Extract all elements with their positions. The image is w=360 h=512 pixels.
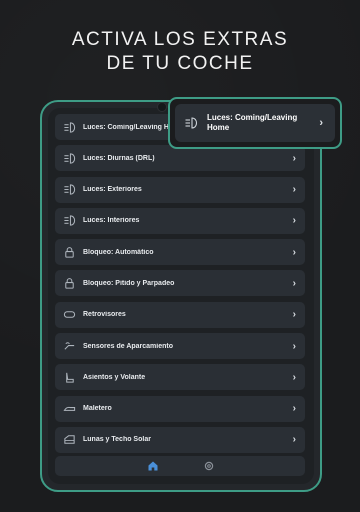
- chevron-right-icon: ›: [292, 277, 296, 289]
- chevron-right-icon: ›: [292, 215, 296, 227]
- headlight-icon: [61, 213, 77, 229]
- list-item[interactable]: Retrovisores ›: [55, 301, 305, 328]
- gear-icon[interactable]: [203, 460, 215, 472]
- mirror-icon: [61, 307, 77, 323]
- chevron-right-icon: ›: [292, 340, 296, 352]
- list-item-label: Bloqueo: Automático: [83, 248, 154, 256]
- headline-line-2: DE TU COCHE: [106, 53, 254, 74]
- list-item[interactable]: Lunas y Techo Solar ›: [55, 426, 305, 453]
- list-item-label: Luces: Interiores: [83, 217, 140, 225]
- headline-line-1: ACTIVA LOS EXTRAS: [71, 29, 289, 50]
- headlight-icon: [182, 114, 200, 132]
- headlight-icon: [61, 119, 77, 135]
- list-item[interactable]: Asientos y Volante ›: [55, 364, 305, 391]
- chevron-right-icon: ›: [292, 246, 296, 258]
- list-item[interactable]: Luces: Diurnas (DRL) ›: [55, 145, 305, 172]
- settings-list: Luces: Coming/Leaving Home›Luces: Diurna…: [55, 114, 305, 458]
- lock-icon: [61, 275, 77, 291]
- list-item-label: Maletero: [83, 405, 112, 413]
- chevron-right-icon: ›: [292, 152, 296, 164]
- popout-item-coming-leaving-home[interactable]: Luces: Coming/Leaving Home ›: [175, 104, 335, 142]
- chevron-right-icon: ›: [292, 434, 296, 446]
- chevron-right-icon: ›: [319, 117, 323, 129]
- parking-sensor-icon: [61, 338, 77, 354]
- chevron-right-icon: ›: [292, 403, 296, 415]
- bottom-nav: [55, 456, 305, 476]
- chevron-right-icon: ›: [292, 371, 296, 383]
- list-item-label: Luces: Exteriores: [83, 186, 142, 194]
- chevron-right-icon: ›: [292, 184, 296, 196]
- list-item[interactable]: Maletero ›: [55, 395, 305, 422]
- popout-label: Luces: Coming/Leaving Home: [207, 113, 298, 132]
- chevron-right-icon: ›: [292, 309, 296, 321]
- home-icon[interactable]: [147, 460, 159, 472]
- page-headline: ACTIVA LOS EXTRAS DE TU COCHE: [0, 28, 360, 76]
- list-item[interactable]: Bloqueo: Pitido y Parpadeo ›: [55, 270, 305, 297]
- lock-icon: [61, 244, 77, 260]
- list-item[interactable]: Bloqueo: Automático ›: [55, 239, 305, 266]
- window-icon: [61, 432, 77, 448]
- camera-notch: [157, 102, 167, 112]
- list-item-label: Bloqueo: Pitido y Parpadeo: [83, 279, 175, 287]
- trunk-icon: [61, 401, 77, 417]
- list-item-label: Retrovisores: [83, 311, 126, 319]
- seat-icon: [61, 369, 77, 385]
- list-item[interactable]: Luces: Interiores ›: [55, 207, 305, 234]
- highlight-popout: Luces: Coming/Leaving Home ›: [168, 97, 342, 149]
- list-item-label: Sensores de Aparcamiento: [83, 342, 173, 350]
- list-item-label: Asientos y Volante: [83, 373, 146, 381]
- list-item[interactable]: Sensores de Aparcamiento ›: [55, 333, 305, 360]
- headlight-icon: [61, 150, 77, 166]
- list-item-label: Lunas y Techo Solar: [83, 436, 151, 444]
- list-item[interactable]: Luces: Exteriores ›: [55, 176, 305, 203]
- headlight-icon: [61, 182, 77, 198]
- list-item-label: Luces: Diurnas (DRL): [83, 154, 155, 162]
